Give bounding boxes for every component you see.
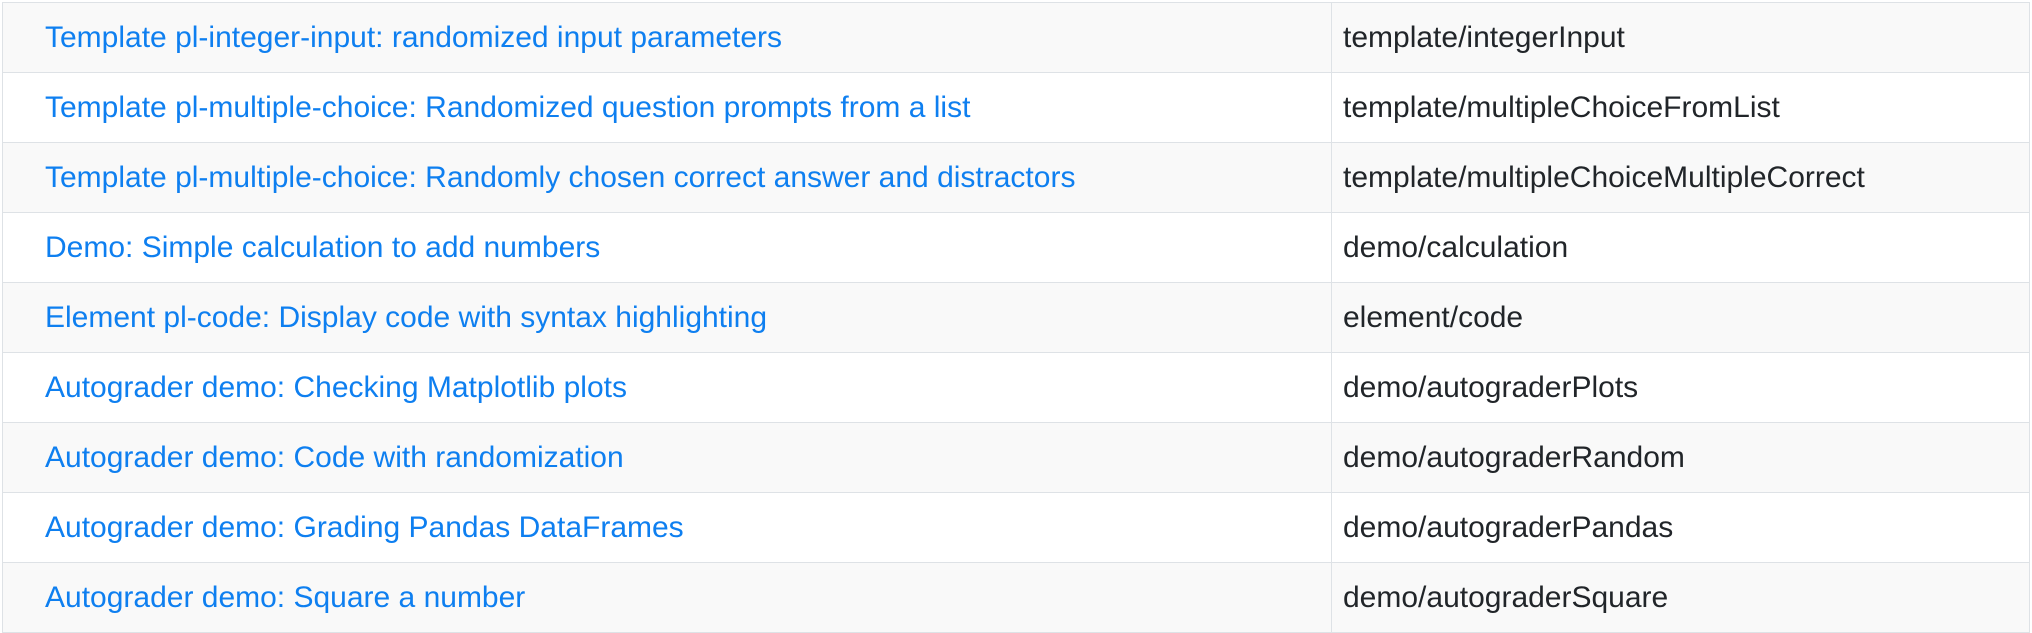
table-row: Autograder demo: Checking Matplotlib plo…	[2, 352, 2030, 423]
question-title-link[interactable]: Template pl-multiple-choice: Randomly ch…	[45, 161, 1075, 194]
table-row: Template pl-multiple-choice: Randomized …	[2, 72, 2030, 143]
table-row: Autograder demo: Code with randomization…	[2, 422, 2030, 493]
table-row: Element pl-code: Display code with synta…	[2, 282, 2030, 353]
table-row: Demo: Simple calculation to add numbers …	[2, 212, 2030, 283]
table-row: Autograder demo: Square a number demo/au…	[2, 562, 2030, 633]
question-title-link[interactable]: Template pl-multiple-choice: Randomized …	[45, 91, 970, 124]
table-row: Autograder demo: Grading Pandas DataFram…	[2, 492, 2030, 563]
question-id-cell: template/integerInput	[1331, 2, 2030, 73]
table-row: Template pl-multiple-choice: Randomly ch…	[2, 142, 2030, 213]
question-title-link[interactable]: Autograder demo: Code with randomization	[45, 441, 624, 474]
question-title-link[interactable]: Demo: Simple calculation to add numbers	[45, 231, 600, 264]
question-title-cell: Autograder demo: Checking Matplotlib plo…	[2, 352, 1332, 423]
question-id-cell: template/multipleChoiceMultipleCorrect	[1331, 142, 2030, 213]
table-row: Template pl-integer-input: randomized in…	[2, 2, 2030, 73]
question-title-cell: Autograder demo: Code with randomization	[2, 422, 1332, 493]
question-title-cell: Element pl-code: Display code with synta…	[2, 282, 1332, 353]
question-title-cell: Template pl-multiple-choice: Randomized …	[2, 72, 1332, 143]
questions-table: Template pl-integer-input: randomized in…	[2, 2, 2030, 633]
question-title-cell: Template pl-integer-input: randomized in…	[2, 2, 1332, 73]
question-id-cell: template/multipleChoiceFromList	[1331, 72, 2030, 143]
question-id-cell: demo/autograderRandom	[1331, 422, 2030, 493]
question-title-link[interactable]: Template pl-integer-input: randomized in…	[45, 21, 782, 54]
question-id-cell: demo/autograderSquare	[1331, 562, 2030, 633]
question-id-cell: demo/autograderPlots	[1331, 352, 2030, 423]
question-title-link[interactable]: Element pl-code: Display code with synta…	[45, 301, 767, 334]
question-title-cell: Autograder demo: Grading Pandas DataFram…	[2, 492, 1332, 563]
question-title-cell: Demo: Simple calculation to add numbers	[2, 212, 1332, 283]
question-title-cell: Autograder demo: Square a number	[2, 562, 1332, 633]
question-title-link[interactable]: Autograder demo: Square a number	[45, 581, 525, 614]
questions-table-container: Template pl-integer-input: randomized in…	[2, 2, 2030, 633]
question-title-link[interactable]: Autograder demo: Grading Pandas DataFram…	[45, 511, 684, 544]
question-id-cell: demo/calculation	[1331, 212, 2030, 283]
question-id-cell: demo/autograderPandas	[1331, 492, 2030, 563]
question-title-link[interactable]: Autograder demo: Checking Matplotlib plo…	[45, 371, 627, 404]
question-title-cell: Template pl-multiple-choice: Randomly ch…	[2, 142, 1332, 213]
question-id-cell: element/code	[1331, 282, 2030, 353]
